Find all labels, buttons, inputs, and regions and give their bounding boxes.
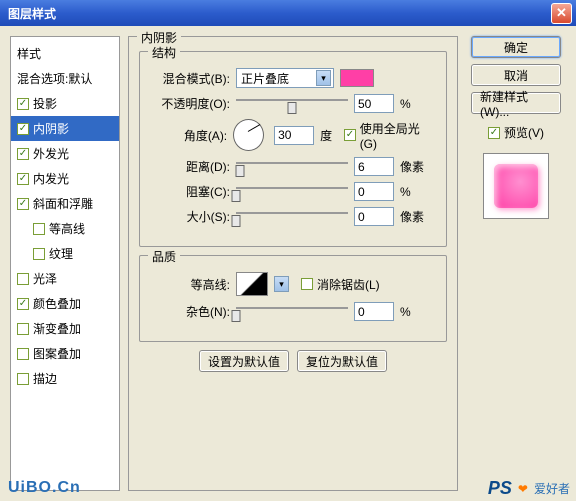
size-slider[interactable]: [236, 209, 348, 225]
preview-swatch: [494, 164, 538, 208]
style-checkbox[interactable]: ✓: [17, 298, 29, 310]
size-unit: 像素: [400, 208, 434, 225]
style-item-内发光[interactable]: ✓ 内发光: [11, 166, 119, 191]
preview-box: [483, 153, 549, 219]
style-item-纹理[interactable]: ✓ 纹理: [11, 241, 119, 266]
style-checkbox[interactable]: ✓: [33, 223, 45, 235]
styles-header[interactable]: 样式: [11, 41, 119, 66]
noise-input[interactable]: [354, 302, 394, 321]
style-label: 图案叠加: [33, 345, 81, 362]
style-checkbox[interactable]: ✓: [17, 273, 29, 285]
blend-options[interactable]: 混合选项:默认: [11, 66, 119, 91]
noise-slider[interactable]: [236, 304, 348, 320]
choke-slider[interactable]: [236, 184, 348, 200]
color-swatch[interactable]: [340, 69, 374, 87]
noise-unit: %: [400, 305, 434, 319]
styles-list: 样式 混合选项:默认 ✓投影✓内阴影✓外发光✓内发光✓斜面和浮雕✓等高线✓纹理✓…: [10, 36, 120, 491]
cancel-button[interactable]: 取消: [471, 64, 561, 86]
heart-icon: ❤: [518, 482, 528, 496]
style-item-斜面和浮雕[interactable]: ✓ 斜面和浮雕: [11, 191, 119, 216]
style-checkbox[interactable]: ✓: [33, 248, 45, 260]
style-item-描边[interactable]: ✓ 描边: [11, 366, 119, 391]
contour-label: 等高线:: [152, 276, 230, 293]
angle-unit: 度: [320, 127, 332, 144]
style-item-渐变叠加[interactable]: ✓ 渐变叠加: [11, 316, 119, 341]
quality-group: 品质 等高线: ▾ ✓ 消除锯齿(L) 杂色(N): %: [139, 255, 447, 342]
chevron-down-icon[interactable]: ▾: [274, 276, 289, 292]
size-label: 大小(S):: [152, 208, 230, 225]
style-checkbox[interactable]: ✓: [17, 123, 29, 135]
global-light-checkbox[interactable]: ✓: [344, 129, 356, 141]
watermark-url: UiBO.Cn: [8, 479, 81, 497]
style-label: 等高线: [49, 220, 85, 237]
style-label: 外发光: [33, 145, 69, 162]
style-item-外发光[interactable]: ✓ 外发光: [11, 141, 119, 166]
watermark-brand: PS: [488, 478, 512, 499]
set-default-button[interactable]: 设置为默认值: [199, 350, 289, 372]
style-item-颜色叠加[interactable]: ✓ 颜色叠加: [11, 291, 119, 316]
choke-unit: %: [400, 185, 434, 199]
right-panel: 确定 取消 新建样式(W)... ✓ 预览(V): [466, 36, 566, 491]
style-item-图案叠加[interactable]: ✓ 图案叠加: [11, 341, 119, 366]
watermark-text: 爱好者: [534, 480, 570, 497]
opacity-input[interactable]: [354, 94, 394, 113]
style-label: 渐变叠加: [33, 320, 81, 337]
reset-default-button[interactable]: 复位为默认值: [297, 350, 387, 372]
style-checkbox[interactable]: ✓: [17, 373, 29, 385]
blend-mode-select[interactable]: 正片叠底 ▾: [236, 68, 334, 88]
style-item-等高线[interactable]: ✓ 等高线: [11, 216, 119, 241]
style-label: 纹理: [49, 245, 73, 262]
opacity-unit: %: [400, 97, 434, 111]
preview-checkbox[interactable]: ✓: [488, 127, 500, 139]
ok-button[interactable]: 确定: [471, 36, 561, 58]
choke-label: 阻塞(C):: [152, 183, 230, 200]
choke-input[interactable]: [354, 182, 394, 201]
opacity-slider[interactable]: [236, 96, 348, 112]
noise-label: 杂色(N):: [152, 303, 230, 320]
distance-slider[interactable]: [236, 159, 348, 175]
structure-legend: 结构: [148, 44, 180, 61]
style-item-光泽[interactable]: ✓ 光泽: [11, 266, 119, 291]
style-label: 内阴影: [33, 120, 69, 137]
style-label: 颜色叠加: [33, 295, 81, 312]
window-title: 图层样式: [4, 5, 56, 22]
structure-group: 结构 混合模式(B): 正片叠底 ▾ 不透明度(O): % 角度(: [139, 51, 447, 247]
angle-wheel[interactable]: [233, 119, 264, 151]
style-label: 投影: [33, 95, 57, 112]
chevron-down-icon: ▾: [316, 70, 331, 86]
distance-unit: 像素: [400, 158, 434, 175]
new-style-button[interactable]: 新建样式(W)...: [471, 92, 561, 114]
watermark: UiBO.Cn PS ❤ 爱好者: [488, 478, 570, 499]
style-item-内阴影[interactable]: ✓ 内阴影: [11, 116, 119, 141]
dialog-content: 样式 混合选项:默认 ✓投影✓内阴影✓外发光✓内发光✓斜面和浮雕✓等高线✓纹理✓…: [0, 26, 576, 501]
size-input[interactable]: [354, 207, 394, 226]
distance-input[interactable]: [354, 157, 394, 176]
antialias-label: 消除锯齿(L): [317, 276, 380, 293]
quality-legend: 品质: [148, 248, 180, 265]
style-label: 光泽: [33, 270, 57, 287]
titlebar: 图层样式 ✕: [0, 0, 576, 26]
style-checkbox[interactable]: ✓: [17, 323, 29, 335]
distance-label: 距离(D):: [152, 158, 230, 175]
preview-label: 预览(V): [504, 124, 544, 141]
style-checkbox[interactable]: ✓: [17, 148, 29, 160]
opacity-label: 不透明度(O):: [152, 95, 230, 112]
close-button[interactable]: ✕: [551, 3, 572, 24]
settings-panel: 内阴影 结构 混合模式(B): 正片叠底 ▾ 不透明度(O): %: [128, 36, 458, 491]
style-checkbox[interactable]: ✓: [17, 173, 29, 185]
style-checkbox[interactable]: ✓: [17, 198, 29, 210]
style-checkbox[interactable]: ✓: [17, 348, 29, 360]
blend-mode-label: 混合模式(B):: [152, 70, 230, 87]
global-light-label: 使用全局光(G): [360, 120, 434, 151]
style-label: 斜面和浮雕: [33, 195, 93, 212]
antialias-checkbox[interactable]: ✓: [301, 278, 313, 290]
angle-label: 角度(A):: [152, 127, 227, 144]
style-label: 内发光: [33, 170, 69, 187]
blend-mode-value: 正片叠底: [241, 70, 289, 87]
style-item-投影[interactable]: ✓ 投影: [11, 91, 119, 116]
angle-input[interactable]: [274, 126, 314, 145]
style-label: 描边: [33, 370, 57, 387]
contour-picker[interactable]: [236, 272, 268, 296]
style-checkbox[interactable]: ✓: [17, 98, 29, 110]
